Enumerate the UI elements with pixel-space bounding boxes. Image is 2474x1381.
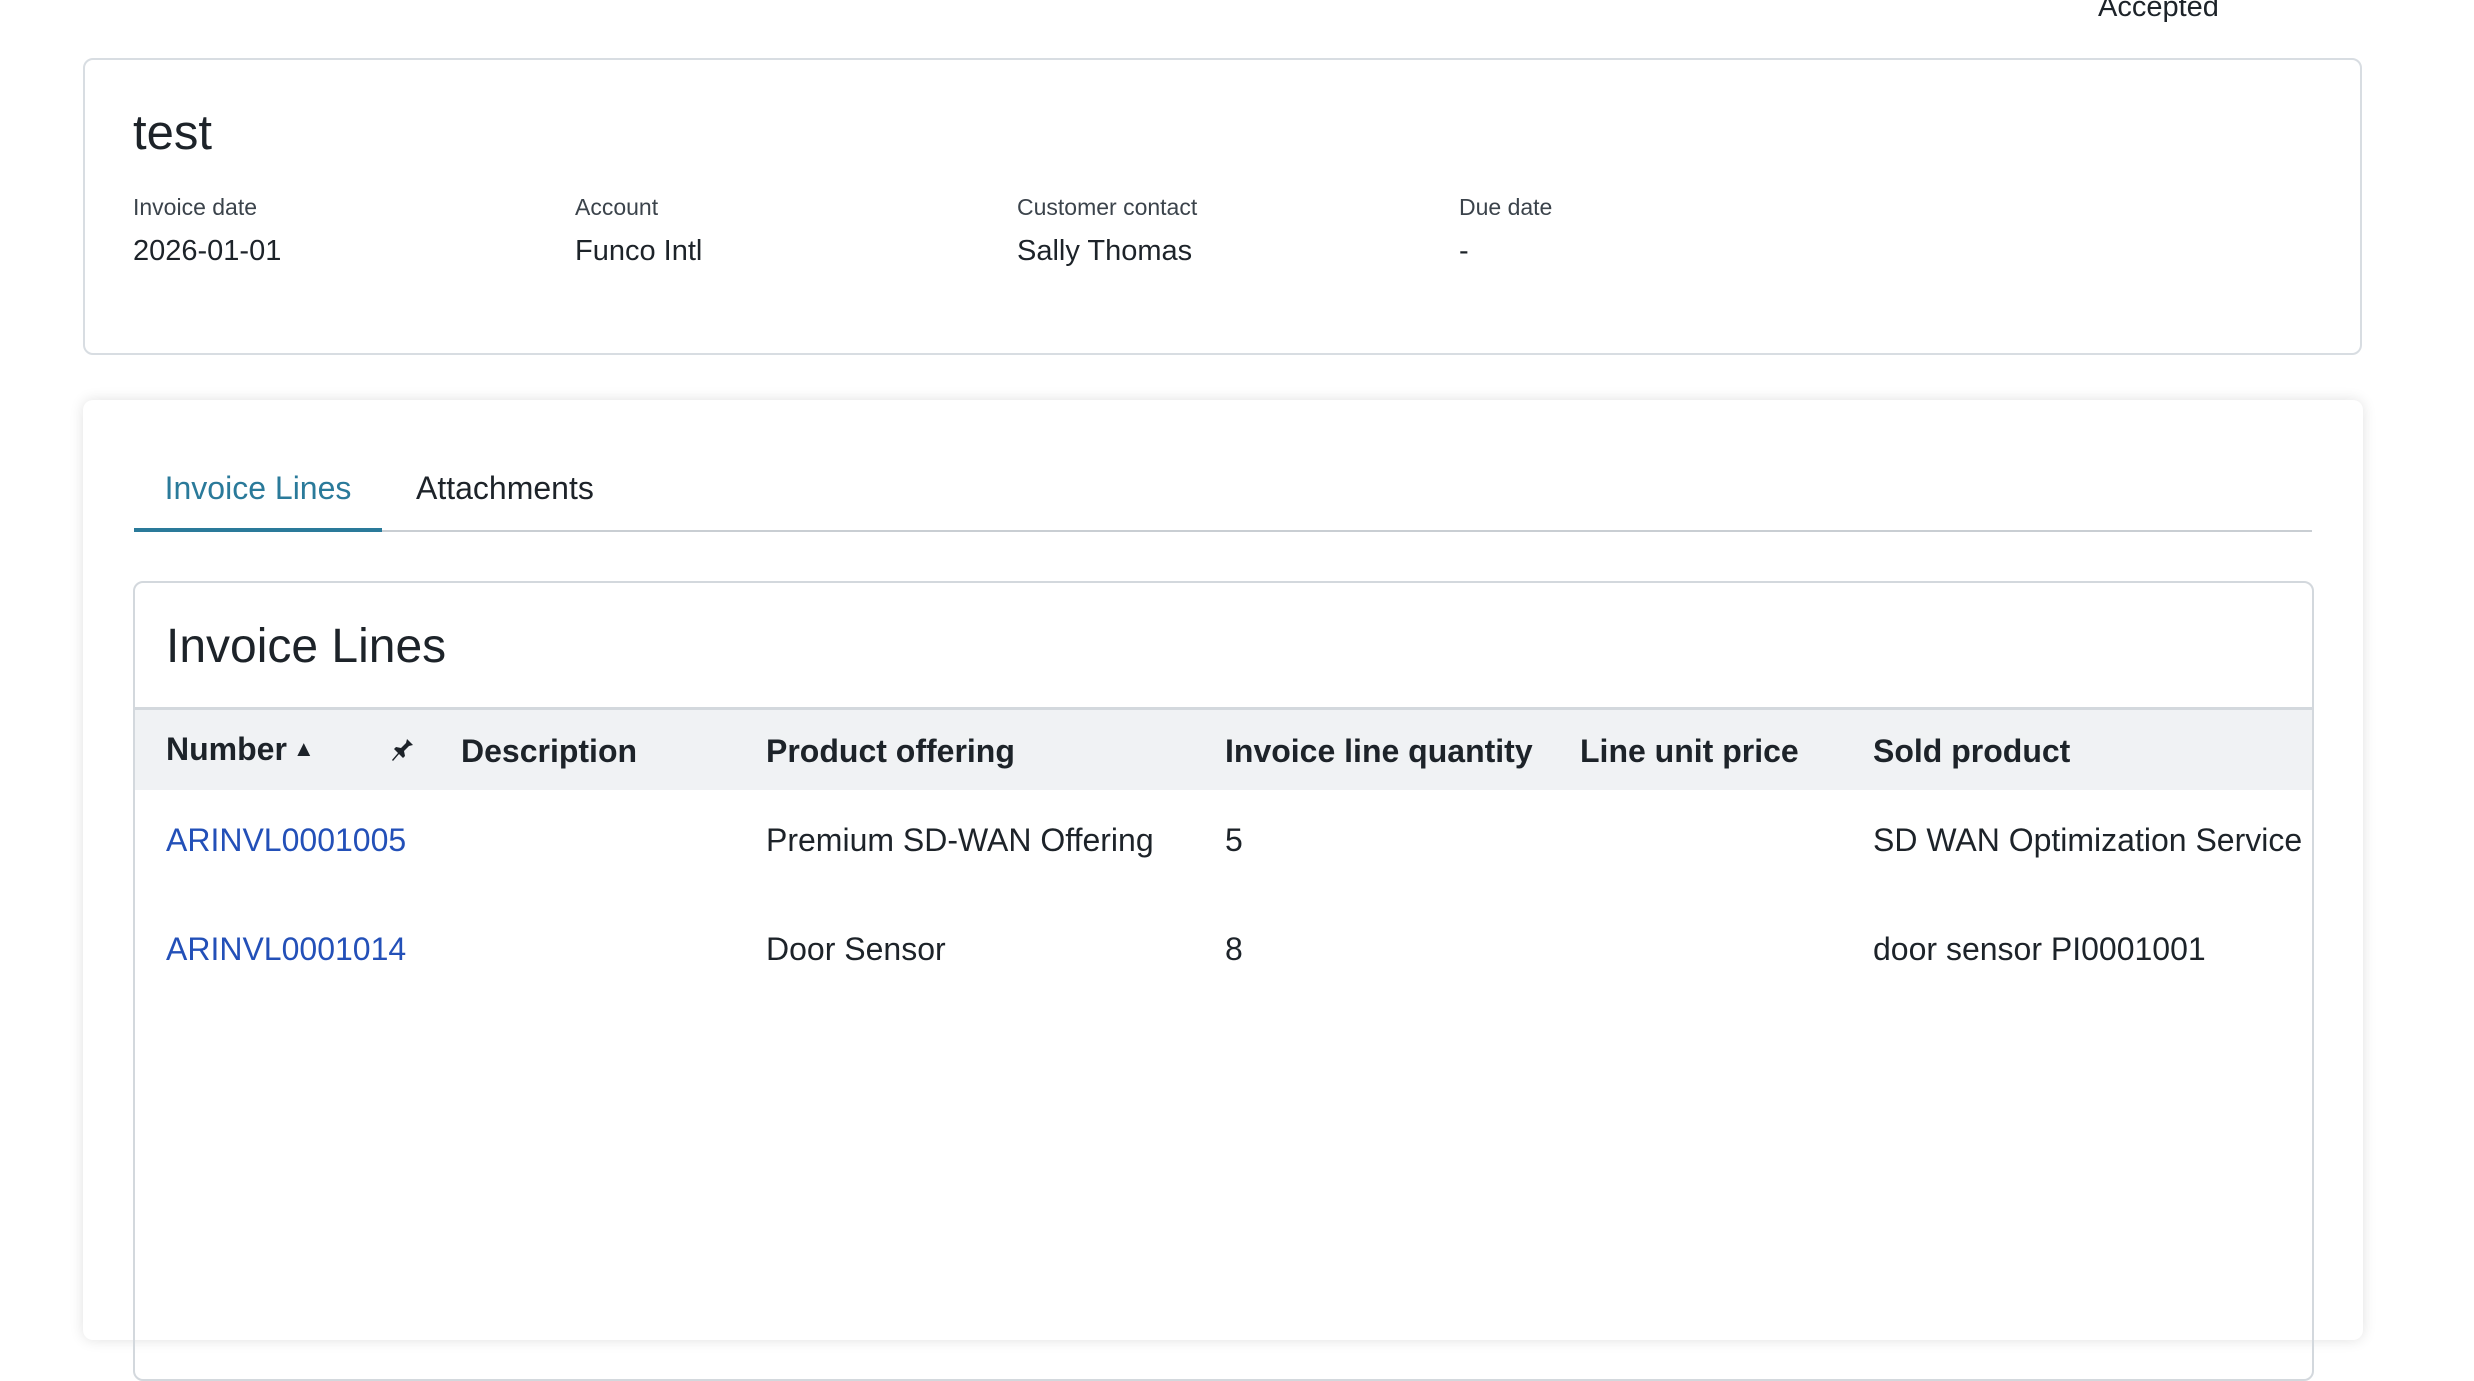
field-value: 2026-01-01 (133, 235, 282, 267)
column-header-invoice-line-quantity[interactable]: Invoice line quantity (1225, 733, 1533, 769)
list-title: Invoice Lines (166, 620, 447, 673)
cell-product-offering: Door Sensor (766, 931, 946, 967)
column-header-number[interactable]: Number ▲ (166, 731, 315, 767)
sort-ascending-icon[interactable]: ▲ (293, 736, 315, 761)
field-value: - (1459, 235, 1469, 267)
field-label: Customer contact (1017, 194, 1198, 220)
record-title: test (133, 106, 212, 160)
column-header-label: Number (166, 731, 287, 767)
invoice-lines-list: Invoice Lines Number ▲ Description Produc… (133, 581, 2314, 1381)
cell-quantity: 5 (1225, 822, 1243, 858)
field-value: Funco Intl (575, 235, 703, 267)
field-customer-contact: Customer contact Sally Thomas (1017, 196, 1197, 266)
field-label: Invoice date (133, 194, 258, 220)
invoice-line-number-link[interactable]: ARINVL0001005 (166, 822, 406, 858)
field-label: Account (575, 194, 659, 220)
tab-attachments[interactable]: Attachments (416, 460, 594, 532)
field-label: Due date (1459, 194, 1553, 220)
column-header-sold-product[interactable]: Sold product (1873, 733, 2070, 769)
tab-bar: Invoice Lines Attachments (134, 460, 2312, 532)
pin-icon[interactable] (390, 734, 416, 764)
table-row: ARINVL0001014 Door Sensor 8 door sensor … (135, 899, 2312, 1007)
related-lists-card: Invoice Lines Attachments Invoice Lines … (83, 400, 2363, 1381)
field-invoice-date: Invoice date 2026-01-01 (133, 196, 281, 266)
tab-invoice-lines[interactable]: Invoice Lines (134, 460, 382, 532)
record-status: Accepted (2098, 0, 2219, 23)
column-header-line-unit-price[interactable]: Line unit price (1580, 733, 1799, 769)
invoice-line-number-link[interactable]: ARINVL0001014 (166, 931, 406, 967)
field-due-date: Due date - (1459, 196, 1552, 266)
table-header: Number ▲ Description Product offering Inv… (135, 710, 2312, 790)
cell-sold-product: door sensor PI0001001 (1873, 931, 2206, 967)
field-value: Sally Thomas (1017, 235, 1193, 267)
column-header-product-offering[interactable]: Product offering (766, 733, 1015, 769)
column-header-description[interactable]: Description (461, 733, 637, 769)
cell-product-offering: Premium SD-WAN Offering (766, 822, 1154, 858)
field-account: Account Funco Intl (575, 196, 702, 266)
record-header-card: test Invoice date 2026-01-01 Account Fun… (83, 58, 2362, 355)
table-row: ARINVL0001005 Premium SD-WAN Offering 5 … (135, 790, 2312, 898)
cell-quantity: 8 (1225, 931, 1243, 967)
cell-sold-product: SD WAN Optimization Service P (1873, 822, 2314, 858)
